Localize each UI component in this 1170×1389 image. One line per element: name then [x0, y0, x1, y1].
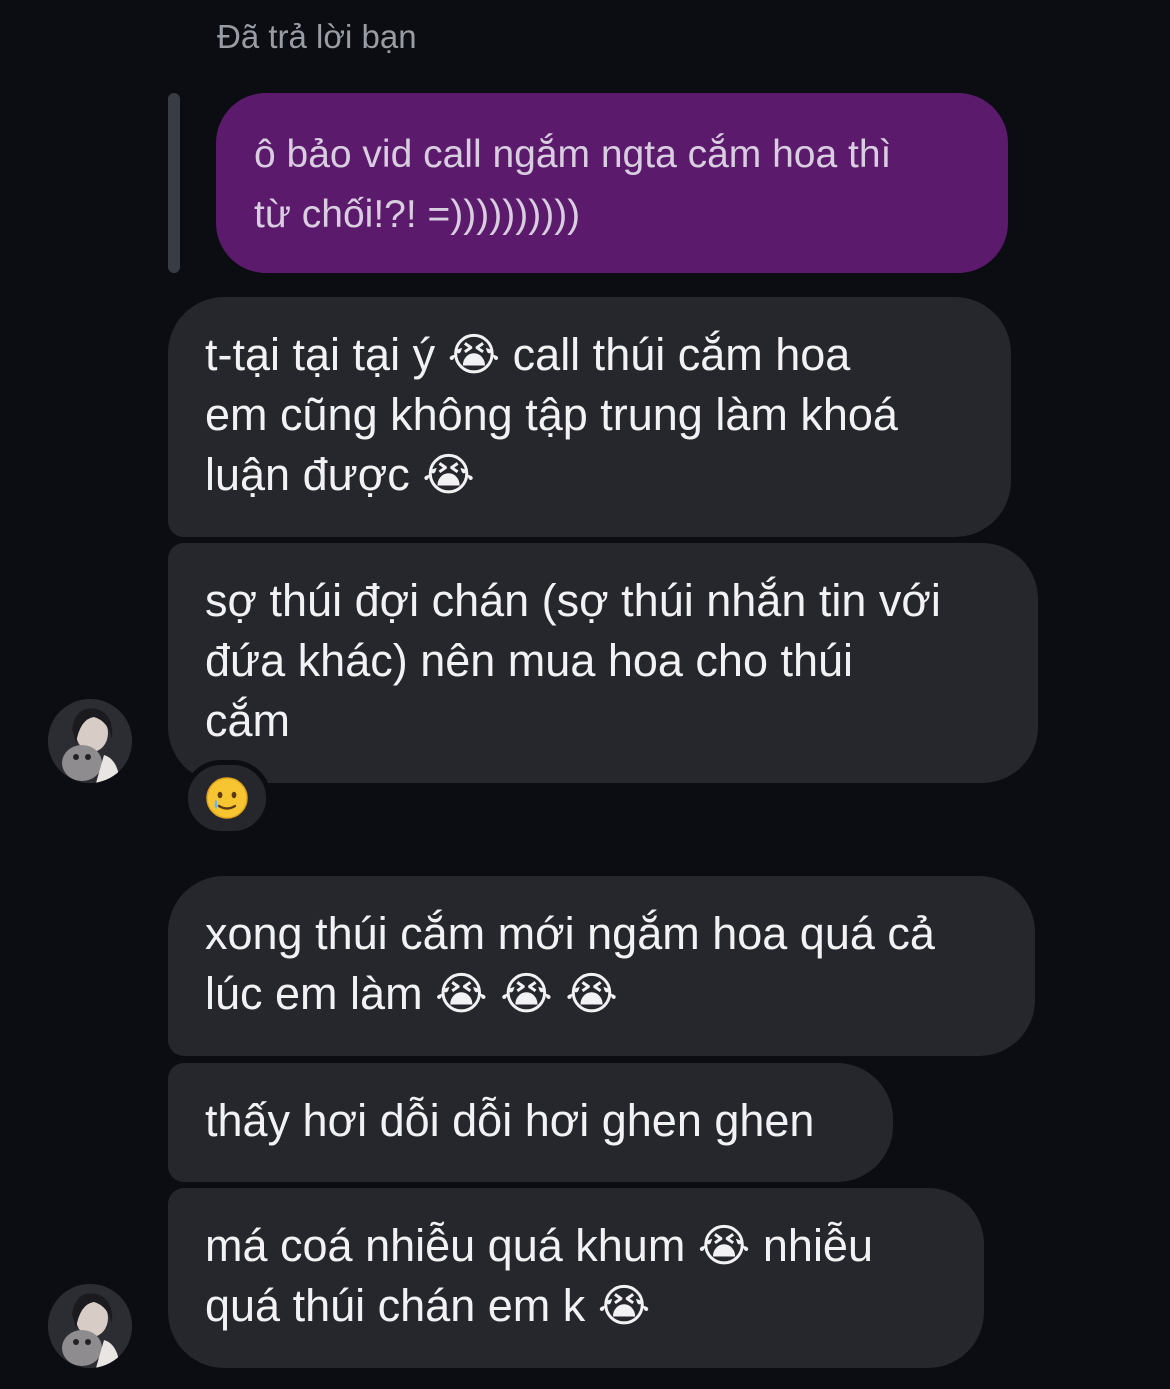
contact-avatar-icon [48, 1284, 132, 1368]
sad-tear-smile-emoji-icon [206, 777, 248, 819]
avatar[interactable] [48, 1284, 132, 1368]
message-bubble-5[interactable]: má coá nhiễu quá khum 😭 nhiễu quá thúi c… [168, 1188, 984, 1368]
message-bubble-1[interactable]: t-tại tại tại ý 😭 call thúi cắm hoa em c… [168, 297, 1011, 537]
message-bubble-2[interactable]: sợ thúi đợi chán (sợ thúi nhắn tin với đ… [168, 543, 1038, 783]
avatar[interactable] [48, 699, 132, 783]
message-reaction[interactable] [183, 760, 271, 836]
reply-label: Đã trả lời bạn [217, 18, 417, 55]
message-bubble-3[interactable]: xong thúi cắm mới ngắm hoa quá cả lúc em… [168, 876, 1035, 1056]
quoted-message-bubble[interactable]: ô bảo vid call ngắm ngta cắm hoa thì từ … [216, 93, 1008, 273]
reply-indicator-bar [168, 93, 180, 273]
message-bubble-4[interactable]: thấy hơi dỗi dỗi hơi ghen ghen [168, 1063, 893, 1182]
contact-avatar-icon [48, 699, 132, 783]
